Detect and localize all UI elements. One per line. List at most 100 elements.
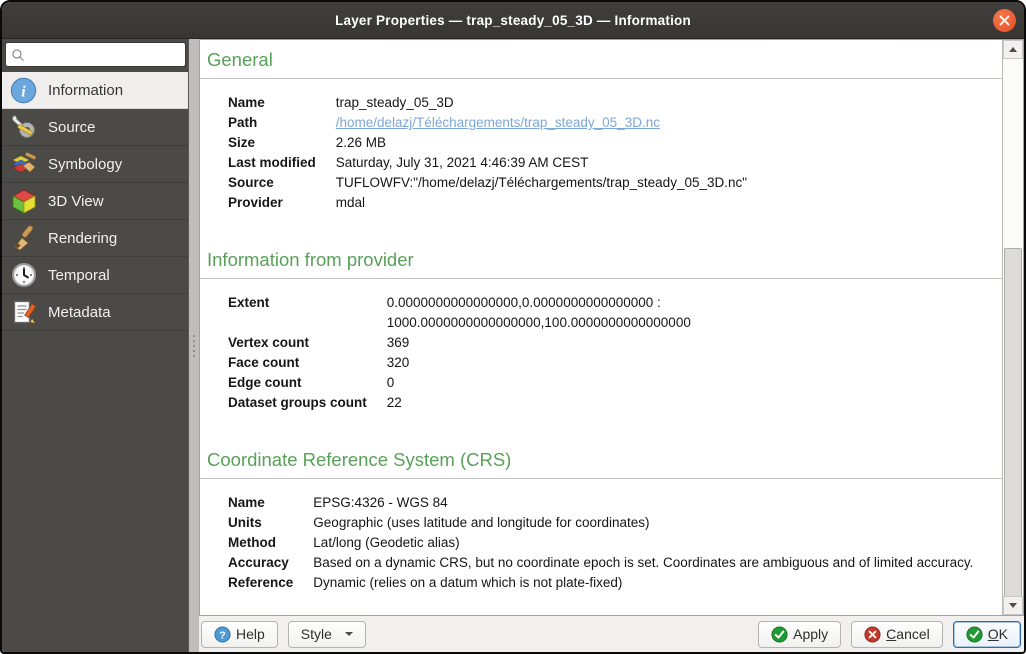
section-information-from-provider: Information from provider Extent0.0000000… [207,249,989,413]
property-label: Name [228,493,313,513]
property-label: Units [228,513,313,533]
sidebar-item-source[interactable]: Source [2,109,188,146]
help-icon: ? [214,626,231,643]
property-row: Edge count0 [228,373,691,393]
property-value: 0.0000000000000000,0.0000000000000000 : … [387,293,691,333]
section-coordinate-reference-system-crs: Coordinate Reference System (CRS) NameEPS… [207,449,989,593]
scroll-down-button[interactable] [1003,596,1023,615]
dialog-body: i Information Source Symbology 3D View Render… [2,39,1024,652]
cancel-x-icon [864,626,881,643]
property-label: Extent [228,293,387,333]
scrollbar-thumb[interactable] [1004,248,1022,602]
apply-button-label: Apply [793,626,828,642]
property-value: 22 [387,393,691,413]
property-label: Source [228,173,336,193]
style-button[interactable]: Style [288,621,366,648]
property-value: Based on a dynamic CRS, but no coordinat… [313,553,973,573]
sidebar-item-label: Symbology [48,156,122,173]
property-row: UnitsGeographic (uses latitude and longi… [228,513,973,533]
right-pane: GeneralNametrap_steady_05_3DPath/home/de… [199,39,1024,652]
property-row: NameEPSG:4326 - WGS 84 [228,493,973,513]
information-icon: i [10,77,37,104]
section-title: Information from provider [207,249,989,271]
property-row: Size2.26 MB [228,133,747,153]
svg-text:?: ? [219,630,225,641]
search-input[interactable] [29,46,180,63]
property-value: TUFLOWFV:"/home/delazj/Téléchargements/t… [336,173,747,193]
sidebar-item-label: Source [48,119,96,136]
property-value: Geographic (uses latitude and longitude … [313,513,973,533]
sidebar-item-rendering[interactable]: Rendering [2,220,188,257]
file-path-link[interactable]: /home/delazj/Téléchargements/trap_steady… [336,115,660,130]
window-title: Layer Properties — trap_steady_05_3D — I… [335,13,691,28]
search-icon [11,48,25,62]
sidebar-item-label: Metadata [48,304,111,321]
property-row: Dataset groups count22 [228,393,691,413]
close-icon [999,15,1010,26]
property-label: Reference [228,573,313,593]
chevron-down-icon [345,632,353,636]
section-divider [200,278,1003,279]
footer-buttonbar: ? Help Style Apply [199,616,1024,652]
property-row: Vertex count369 [228,333,691,353]
property-row: Nametrap_steady_05_3D [228,93,747,113]
sidebar: i Information Source Symbology 3D View Render… [2,39,188,652]
section-divider [200,78,1003,79]
temporal-icon [10,262,37,289]
property-row: Path/home/delazj/Téléchargements/trap_st… [228,113,747,133]
property-value: 369 [387,333,691,353]
property-label: Path [228,113,336,133]
sidebar-item-label: Rendering [48,230,117,247]
section-general: GeneralNametrap_steady_05_3DPath/home/de… [207,49,989,213]
property-row: Last modifiedSaturday, July 31, 2021 4:4… [228,153,747,173]
sidebar-item-3d-view[interactable]: 3D View [2,183,188,220]
metadata-icon [10,299,37,326]
property-row: Providermdal [228,193,747,213]
sidebar-item-temporal[interactable]: Temporal [2,257,188,294]
information-page: GeneralNametrap_steady_05_3DPath/home/de… [200,40,1003,615]
property-label: Size [228,133,336,153]
sidebar-search[interactable] [5,42,186,67]
property-value: Saturday, July 31, 2021 4:46:39 AM CEST [336,153,747,173]
sidebar-item-label: 3D View [48,193,104,210]
sidebar-item-symbology[interactable]: Symbology [2,146,188,183]
style-button-label: Style [301,626,332,642]
cancel-button[interactable]: Cancel [851,621,943,648]
sidebar-item-metadata[interactable]: Metadata [2,294,188,331]
property-row: ReferenceDynamic (relies on a datum whic… [228,573,973,593]
property-value: 320 [387,353,691,373]
help-button[interactable]: ? Help [201,621,278,648]
section-title: Coordinate Reference System (CRS) [207,449,989,471]
sidebar-item-information[interactable]: i Information [2,72,188,109]
layer-properties-dialog: Layer Properties — trap_steady_05_3D — I… [0,0,1026,654]
close-button[interactable] [993,9,1016,32]
splitter-handle[interactable] [188,39,199,652]
property-label: Method [228,533,313,553]
property-value: mdal [336,193,747,213]
property-row: AccuracyBased on a dynamic CRS, but no c… [228,553,973,573]
property-label: Name [228,93,336,113]
property-row: Extent0.0000000000000000,0.0000000000000… [228,293,691,333]
scroll-up-button[interactable] [1003,40,1023,59]
section-divider [200,478,1003,479]
property-value: 0 [387,373,691,393]
property-label: Dataset groups count [228,393,387,413]
property-row: Face count320 [228,353,691,373]
titlebar[interactable]: Layer Properties — trap_steady_05_3D — I… [2,2,1024,39]
property-value: trap_steady_05_3D [336,93,747,113]
property-label: Edge count [228,373,387,393]
rendering-icon [10,225,37,252]
source-icon [10,114,37,141]
sidebar-item-label: Information [48,82,123,99]
ok-check-icon [966,626,983,643]
apply-button[interactable]: Apply [758,621,841,648]
vertical-scrollbar[interactable] [1002,40,1023,615]
property-value: Lat/long (Geodetic alias) [313,533,973,553]
arrow-up-icon [1009,47,1017,52]
sidebar-nav: i Information Source Symbology 3D View Render… [2,72,188,331]
property-label: Accuracy [228,553,313,573]
symbology-icon [10,151,37,178]
svg-text:i: i [21,83,26,100]
cancel-button-label: Cancel [886,626,930,642]
ok-button[interactable]: OK [953,621,1021,648]
